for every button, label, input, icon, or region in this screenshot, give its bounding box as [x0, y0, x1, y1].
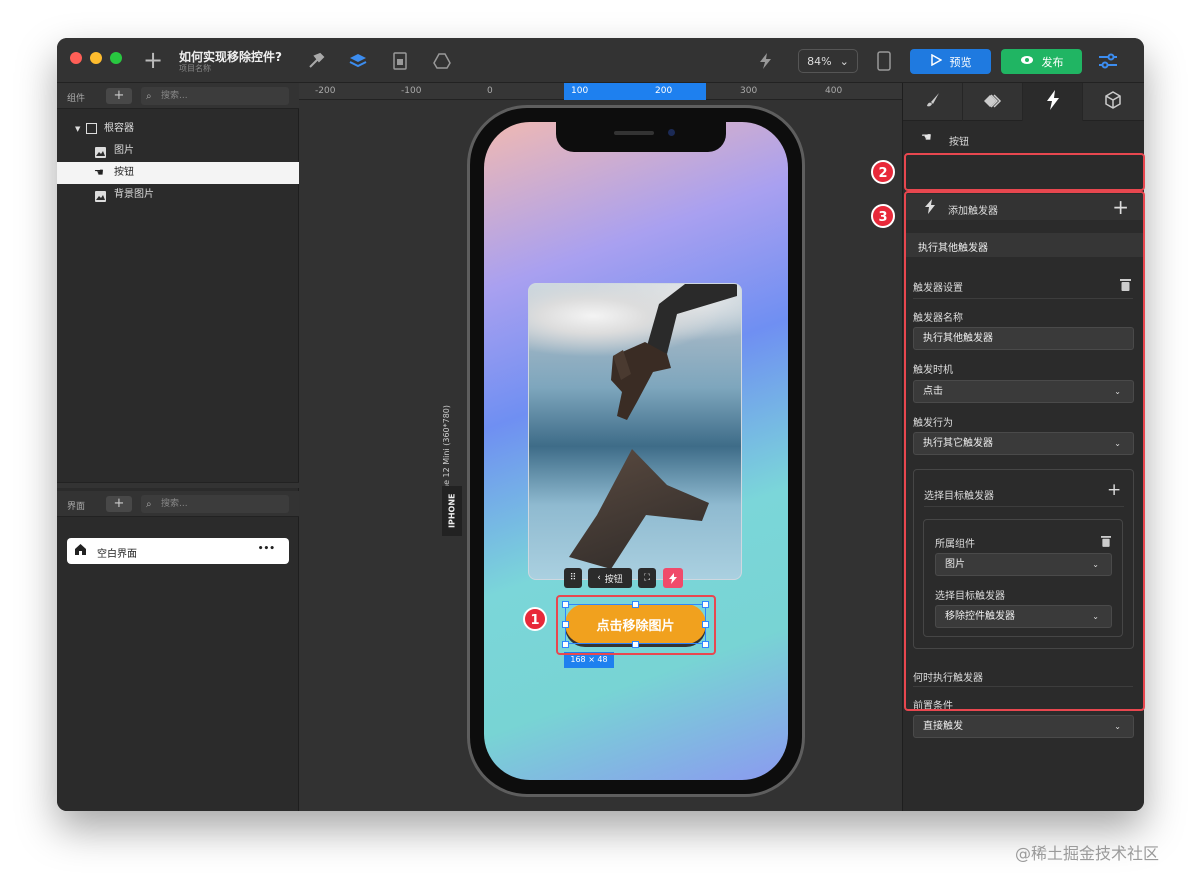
speaker: [614, 131, 654, 135]
tree-item-image[interactable]: 图片: [57, 140, 299, 162]
maximize-window-button[interactable]: [110, 52, 122, 64]
search-icon: ⌕: [146, 91, 152, 102]
page-item-label: 空白界面: [97, 549, 137, 560]
components-label: 组件: [67, 94, 86, 104]
photo-reflection: [569, 449, 709, 569]
play-icon: [930, 53, 943, 69]
pages-label: 界面: [67, 502, 86, 512]
publish-label: 发布: [1041, 55, 1064, 69]
diamond-icon: [983, 93, 1003, 112]
precondition-value: 直接触发: [923, 721, 963, 732]
preview-label: 预览: [949, 55, 972, 69]
tree-item-background-image[interactable]: 背景图片: [57, 184, 299, 206]
project-subtitle: 项目名称: [179, 64, 211, 73]
more-icon[interactable]: •••: [258, 544, 275, 554]
horizontal-ruler: -200 -100 0 100 200 300 400: [299, 83, 902, 100]
ruler-tick: 0: [487, 86, 493, 96]
left-panel: 组件 + ⌕ 搜索... ▼ 根容器 图片 ☚ 按钮 背景图片 界面 + ⌕ 搜…: [57, 83, 299, 811]
trigger-bolt-icon[interactable]: [663, 568, 683, 588]
annotation-box-1: [556, 595, 716, 655]
watermark: @稀土掘金技术社区: [1015, 844, 1160, 863]
device-tag[interactable]: IPHONE: [442, 486, 462, 536]
home-icon: [74, 543, 87, 559]
ruler-tick: 300: [740, 86, 758, 96]
annotation-badge-2: 2: [871, 160, 895, 184]
boot-illustration: [611, 284, 737, 420]
tab-triggers[interactable]: [1023, 83, 1083, 121]
tree-item-label: 图片: [114, 145, 134, 156]
bolt-slash-icon[interactable]: [755, 50, 777, 72]
ruler-tick: 100: [571, 86, 589, 96]
phone-notch: [556, 122, 726, 152]
ruler-tick: 400: [825, 86, 843, 96]
components-search-placeholder: 搜索...: [161, 91, 188, 101]
add-component-button[interactable]: +: [106, 88, 132, 104]
camera: [668, 129, 675, 136]
tree-item-button[interactable]: ☚ 按钮: [57, 162, 299, 184]
add-page-button[interactable]: +: [106, 496, 132, 512]
ruler-tick: -100: [401, 86, 422, 96]
hand-pointer-icon: ☚: [94, 166, 104, 179]
tree-item-root[interactable]: ▼ 根容器: [57, 118, 299, 140]
sliders-icon[interactable]: [1097, 50, 1119, 72]
annotation-box-2: [904, 153, 1145, 191]
zoom-value: 84%: [807, 54, 832, 68]
drive-icon[interactable]: [431, 50, 453, 72]
tree-item-label: 按钮: [114, 167, 134, 178]
image-icon: [95, 145, 106, 158]
inspector-tabs: [903, 83, 1144, 121]
components-search-input[interactable]: ⌕ 搜索...: [141, 87, 289, 105]
publish-button[interactable]: 发布: [1001, 49, 1082, 74]
bolt-icon: [1046, 90, 1060, 114]
drag-grid-icon[interactable]: ⠿: [564, 568, 582, 588]
pages-search-placeholder: 搜索...: [161, 499, 188, 509]
chevron-left-icon: ‹: [597, 573, 601, 583]
expand-icon[interactable]: ⛶: [638, 568, 656, 588]
layers-icon[interactable]: [347, 50, 369, 72]
annotation-box-3: [904, 191, 1145, 711]
pages-header: 界面 + ⌕ 搜索...: [57, 491, 299, 517]
tree-item-label: 背景图片: [114, 189, 154, 200]
phone-device-icon[interactable]: [873, 50, 895, 72]
tab-data[interactable]: [1083, 83, 1143, 121]
close-window-button[interactable]: [70, 52, 82, 64]
tab-style[interactable]: [903, 83, 963, 121]
eye-icon: [1020, 55, 1034, 68]
tree-item-label: 根容器: [104, 123, 134, 134]
float-label: 按钮: [604, 574, 623, 585]
chevron-down-icon: ⌄: [839, 54, 849, 68]
image-component[interactable]: [528, 283, 742, 580]
hand-pointer-icon: ☚: [921, 130, 932, 144]
panel-resize-handle[interactable]: [57, 482, 299, 488]
selected-component-name: 按钮: [949, 137, 969, 148]
search-icon: ⌕: [146, 499, 152, 510]
phone-screen[interactable]: ⠿ ‹ 按钮 ⛶ 点击移除图片 168 × 48: [484, 122, 788, 780]
chevron-down-icon: ⌄: [1114, 722, 1121, 731]
page-item-blank[interactable]: 空白界面 •••: [67, 538, 289, 564]
components-header: 组件 + ⌕ 搜索...: [57, 83, 299, 109]
annotation-badge-3: 3: [871, 204, 895, 228]
cube-icon: [1104, 91, 1122, 113]
document-icon[interactable]: [389, 50, 411, 72]
add-icon[interactable]: +: [143, 48, 163, 72]
ruler-tick: 200: [655, 86, 673, 96]
phone-frame: ⠿ ‹ 按钮 ⛶ 点击移除图片 168 × 48: [467, 105, 805, 797]
titlebar: + 如何实现移除控件? 项目名称 84% ⌄ 预览 发布: [57, 38, 1144, 83]
image-icon: [95, 189, 106, 202]
pages-search-input[interactable]: ⌕ 搜索...: [141, 495, 289, 513]
annotation-badge-1: 1: [523, 607, 547, 631]
minimize-window-button[interactable]: [90, 52, 102, 64]
square-icon: [86, 123, 97, 134]
zoom-select[interactable]: 84% ⌄: [798, 49, 858, 73]
ruler-tick: -200: [315, 86, 336, 96]
hammer-icon[interactable]: [305, 50, 327, 72]
tab-component[interactable]: [963, 83, 1023, 121]
caret-down-icon: ▼: [75, 125, 81, 133]
preview-button[interactable]: 预览: [910, 49, 991, 74]
brush-icon: [925, 92, 941, 112]
parent-select-button[interactable]: ‹ 按钮: [588, 568, 632, 588]
precondition-select[interactable]: 直接触发 ⌄: [913, 715, 1134, 738]
